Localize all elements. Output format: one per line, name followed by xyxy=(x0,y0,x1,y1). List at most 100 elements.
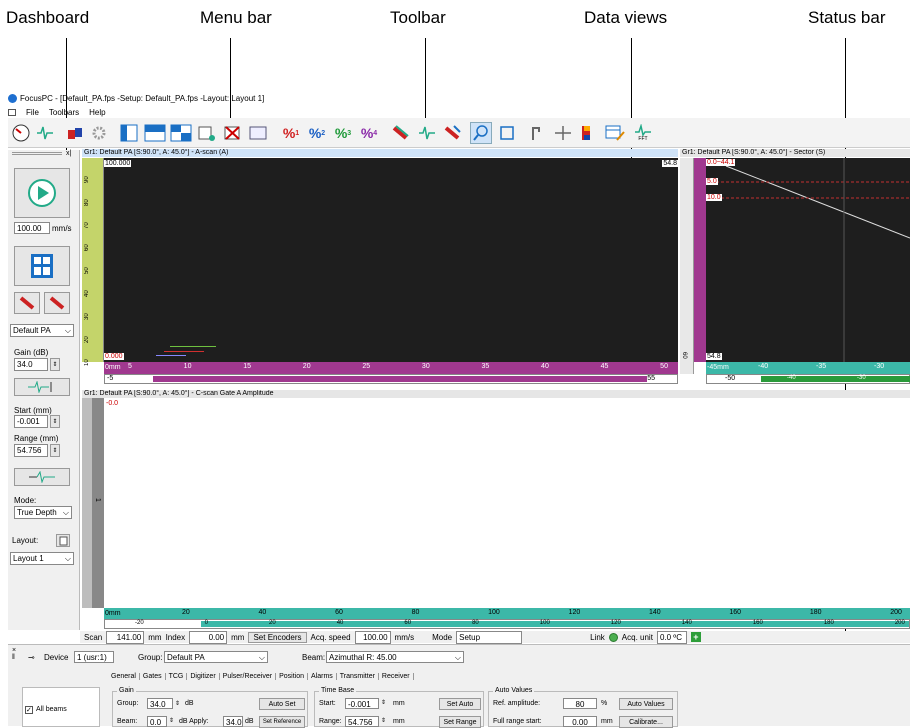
beam-select[interactable]: Azimuthal R: 45.00 ⌵ xyxy=(326,651,464,663)
ascan-scroll-thumb[interactable] xyxy=(153,376,647,382)
gain-beam-input[interactable]: 0.0 xyxy=(147,716,167,727)
gate-i-line[interactable] xyxy=(164,351,204,352)
sector-scroll-thumb[interactable] xyxy=(761,376,910,382)
callout-status-bar: Status bar xyxy=(808,8,886,27)
speed-input[interactable]: 100.00 xyxy=(14,222,50,234)
tb-start-input[interactable]: -0.001 xyxy=(345,698,379,709)
arrows-right-button[interactable] xyxy=(44,292,70,314)
gate-b-line[interactable] xyxy=(156,355,186,356)
signal-settings-icon[interactable] xyxy=(34,122,56,144)
ref-amplitude-input[interactable]: 80 xyxy=(563,698,597,709)
start-input[interactable]: -0.001 xyxy=(14,415,48,428)
gain-spinner[interactable]: ⇕ xyxy=(50,358,60,371)
percent-3-icon[interactable]: % 3 xyxy=(332,122,354,144)
gain-adjust-button[interactable] xyxy=(14,378,70,396)
sector-depth-ruler[interactable] xyxy=(694,158,706,362)
mode-select[interactable]: True Depth ⌵ xyxy=(14,506,72,519)
layout-left-icon[interactable] xyxy=(118,122,140,144)
start-spinner[interactable]: ⇕ xyxy=(50,415,60,428)
gain-group-input[interactable]: 34.0 xyxy=(147,698,173,709)
cscan-title: Gr1: Default PA [S:90.0°, A: 45.0°] - C-… xyxy=(82,390,910,398)
percent-2-icon[interactable]: % 2 xyxy=(306,122,328,144)
layout-top-icon[interactable] xyxy=(144,122,166,144)
dashboard-grip[interactable] xyxy=(12,152,62,155)
set-encoders-button[interactable]: Set Encoders xyxy=(248,631,307,643)
layout-grid-icon[interactable] xyxy=(170,122,192,144)
add-icon[interactable]: + xyxy=(690,632,701,642)
add-view-icon[interactable] xyxy=(196,122,218,144)
tab-digitizer[interactable]: Digitizer xyxy=(187,673,220,680)
tab-gates[interactable]: Gates xyxy=(140,673,166,680)
sector-plot[interactable]: 0.0~44.1 5.0 10.0 54.8 xyxy=(706,158,910,362)
acq-speed-unit: mm/s xyxy=(394,632,415,642)
cscan-scrollbar[interactable]: -20 0 20 40 60 80 100 120 140 160 180 200 xyxy=(104,619,910,629)
range-adjust-button[interactable] xyxy=(14,468,70,486)
window-icon[interactable] xyxy=(248,122,270,144)
range-spinner[interactable]: ⇕ xyxy=(50,444,60,457)
remove-view-icon[interactable] xyxy=(222,122,244,144)
percent-4-icon[interactable]: % 4 xyxy=(358,122,380,144)
set-reference-button[interactable]: Set Reference xyxy=(259,716,305,728)
tab-position[interactable]: Position xyxy=(276,673,308,680)
ascan-plot[interactable]: 100.000 0.000 54.8 xyxy=(104,158,678,362)
speed-unit: mm/s xyxy=(52,224,72,233)
acq-speed-label: Acq. speed xyxy=(310,632,351,642)
ascan-scrollbar[interactable]: -5 55 xyxy=(104,374,678,384)
tab-general[interactable]: General xyxy=(108,673,140,680)
speedometer-icon[interactable] xyxy=(10,122,32,144)
auto-values-button[interactable]: Auto Values xyxy=(619,698,673,710)
full-range-input[interactable]: 0.00 xyxy=(563,716,597,727)
gain-apply-input[interactable]: 34.0 xyxy=(223,716,243,727)
set-auto-button[interactable]: Set Auto xyxy=(439,698,481,710)
group-select[interactable]: Default PA ⌵ xyxy=(10,324,74,337)
sector-left-ruler[interactable]: 60 xyxy=(680,158,694,374)
sector-scrollbar[interactable]: -50 -40 -30 xyxy=(706,374,910,384)
table-edit-icon[interactable] xyxy=(604,122,626,144)
gear-icon[interactable] xyxy=(88,122,110,144)
index-label: Index xyxy=(165,632,186,642)
mode-status-value: Setup xyxy=(456,630,523,644)
all-beams-checkbox[interactable]: ✓ xyxy=(25,706,33,714)
tab-transmitter[interactable]: Transmitter xyxy=(337,673,379,680)
gain-input[interactable]: 34.0 xyxy=(14,358,48,371)
menu-file[interactable]: File xyxy=(26,108,39,117)
tab-pulser-receiver[interactable]: Pulser/Receiver xyxy=(220,673,277,680)
cscan-plot[interactable]: -0.0 xyxy=(104,398,910,608)
bottom-group-select[interactable]: Default PA ⌵ xyxy=(164,651,268,663)
palette-icon[interactable] xyxy=(578,122,600,144)
device-select[interactable]: 1 (usr:1) xyxy=(74,651,114,663)
tab-receiver[interactable]: Receiver xyxy=(379,673,414,680)
cursor-c-icon[interactable] xyxy=(526,122,548,144)
gate-a-line[interactable] xyxy=(170,346,216,347)
calculator-button[interactable] xyxy=(14,246,70,286)
cscan-index-ruler[interactable]: 1 xyxy=(92,398,104,608)
calibrate-button[interactable]: Calibrate... xyxy=(619,716,673,728)
set-range-button[interactable]: Set Range xyxy=(439,716,481,728)
tb-range-input[interactable]: 54.756 xyxy=(345,716,379,727)
ascan-amplitude-ruler[interactable]: 10 20 30 40 50 60 70 80 90 xyxy=(82,158,104,366)
align-icon[interactable] xyxy=(552,122,574,144)
arrows-red-icon[interactable] xyxy=(390,122,412,144)
layout-select[interactable]: Layout 1 ⌵ xyxy=(10,552,74,565)
zoom-icon[interactable] xyxy=(470,122,492,144)
menu-toolbars[interactable]: Toolbars xyxy=(49,108,79,117)
menu-help[interactable]: Help xyxy=(89,108,105,117)
dashboard-close-icon[interactable]: x| xyxy=(66,150,71,157)
fft-icon[interactable]: FFT xyxy=(632,122,654,144)
layout-new-button[interactable] xyxy=(56,534,70,547)
range-input[interactable]: 54.756 xyxy=(14,444,48,457)
panel-close-icon[interactable]: × ‖ xyxy=(12,647,16,661)
probe-icon[interactable] xyxy=(64,122,86,144)
tab-alarms[interactable]: Alarms xyxy=(308,673,337,680)
tab-tcg[interactable]: TCG xyxy=(166,673,188,680)
selection-box-icon[interactable] xyxy=(496,122,518,144)
arrows-left-button[interactable] xyxy=(14,292,40,314)
auto-set-button[interactable]: Auto Set xyxy=(259,698,305,710)
cscan-axis: 0mm 20 40 60 80 100 120 140 160 180 200 xyxy=(104,608,910,619)
signal-arrows-icon[interactable] xyxy=(416,122,438,144)
beams-list: ✓ All beams xyxy=(22,687,100,727)
index-value: 0.00 xyxy=(189,630,228,644)
play-button[interactable] xyxy=(14,168,70,218)
arrows-x-icon[interactable] xyxy=(442,122,464,144)
percent-1-icon[interactable]: % 1 xyxy=(280,122,302,144)
